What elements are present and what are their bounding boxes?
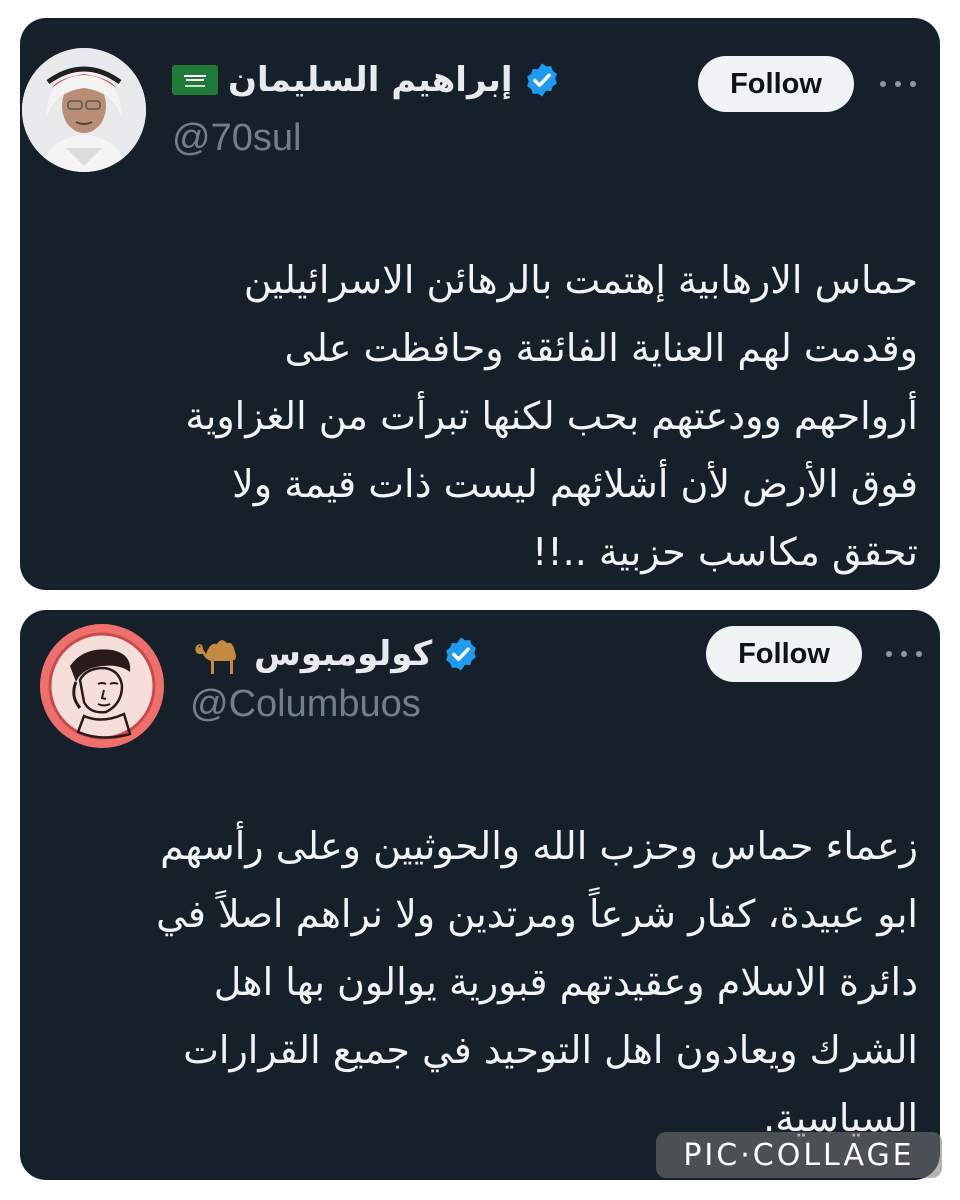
tweet-text-line: أرواحهم وودعتهم بحب لكنها تبرأت من الغزا… (185, 394, 918, 438)
tweet-text-line: الشرك ويعادون اهل التوحيد في جميع القرار… (183, 1028, 918, 1072)
verified-badge-icon (526, 63, 557, 97)
tweet-text-line: وقدمت لهم العناية الفائقة وحافظت على (284, 326, 918, 370)
author-name-row: كولومبوس (190, 632, 480, 676)
tweet-card-2: كولومبوس @Columbuos Follow زعماء حماس وح… (20, 610, 940, 1180)
verified-badge-icon (446, 637, 477, 671)
tweet-text-line: تحقق مكاسب حزبية ..!! (532, 530, 918, 574)
saudi-flag-icon (172, 65, 218, 95)
follow-button[interactable]: Follow (698, 56, 854, 112)
tweet-text-line: ابو عبيدة، كفار شرعاً ومرتدين ولا نراهم … (156, 892, 918, 936)
more-options-icon[interactable] (880, 78, 916, 90)
tweet-text-line: زعماء حماس وحزب الله والحوثيين وعلى رأسه… (160, 824, 918, 868)
more-options-icon[interactable] (886, 648, 922, 660)
camel-icon (195, 640, 236, 674)
follow-button[interactable]: Follow (706, 626, 862, 682)
tweet-text: زعماء حماس وحزب الله والحوثيين وعلى رأسه… (50, 812, 918, 1152)
avatar[interactable] (22, 48, 146, 172)
tweet-text-line: حماس الارهابية إهتمت بالرهائن الاسرائيلي… (243, 258, 918, 302)
tweet-text-line: دائرة الاسلام وعقيدتهم قبورية يوالون بها… (213, 960, 918, 1004)
tweet-card-1: إبراهيم السليمان @70sul Follow حماس الار… (20, 18, 940, 590)
display-name[interactable]: إبراهيم السليمان (228, 58, 513, 102)
author-handle[interactable]: @70sul (172, 116, 301, 160)
author-name-row: إبراهيم السليمان (172, 58, 561, 102)
display-name[interactable]: كولومبوس (254, 632, 432, 676)
profile-illustration (40, 624, 164, 748)
tweet-text: حماس الارهابية إهتمت بالرهائن الاسرائيلي… (42, 246, 918, 586)
profile-photo (22, 48, 146, 172)
author-handle[interactable]: @Columbuos (190, 682, 421, 726)
tweet-text-line: فوق الأرض لأن أشلائهم ليست ذات قيمة ولا (232, 462, 918, 506)
avatar[interactable] (40, 624, 164, 748)
pic-collage-watermark: PIC·COLLAGE (656, 1132, 942, 1178)
